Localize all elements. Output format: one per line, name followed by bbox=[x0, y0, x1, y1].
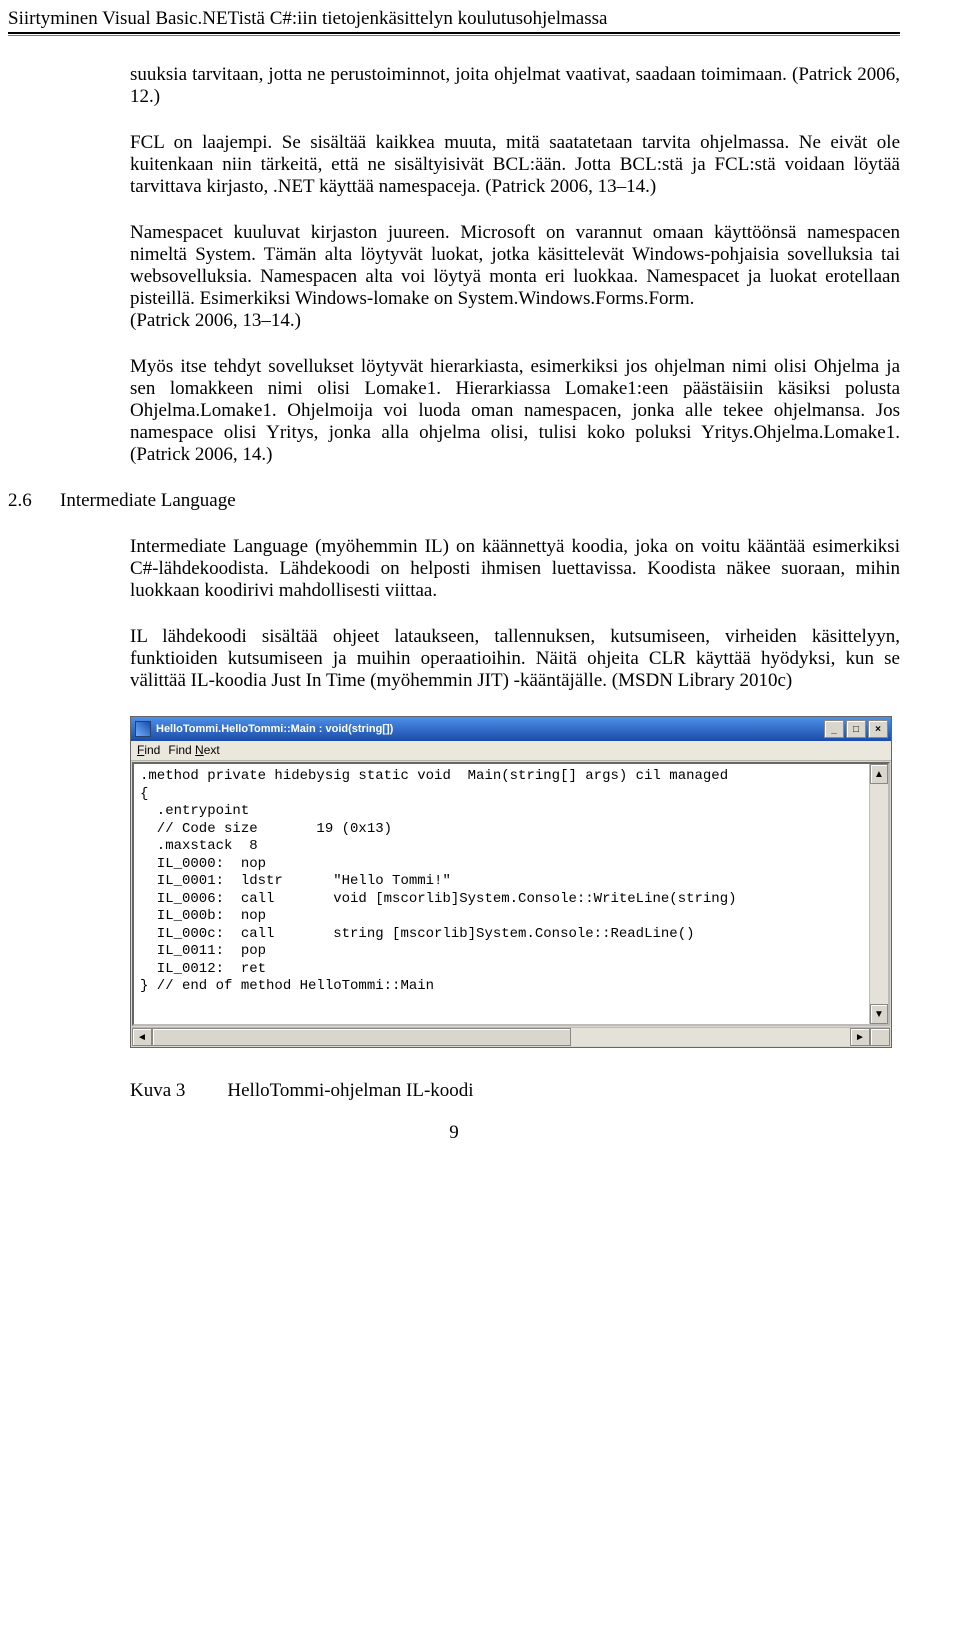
scroll-thumb[interactable] bbox=[152, 1028, 571, 1046]
maximize-button[interactable]: □ bbox=[846, 720, 866, 738]
minimize-button[interactable]: _ bbox=[824, 720, 844, 738]
figure-text: HelloTommi-ohjelman IL-koodi bbox=[227, 1080, 473, 1102]
section-number: 2.6 bbox=[8, 490, 60, 512]
paragraph: Intermediate Language (myöhemmin IL) on … bbox=[130, 536, 900, 602]
close-button[interactable]: × bbox=[868, 720, 888, 738]
scroll-left-icon[interactable]: ◄ bbox=[132, 1028, 152, 1046]
app-icon bbox=[135, 721, 151, 737]
il-disassembler-window: HelloTommi.HelloTommi::Main : void(strin… bbox=[130, 716, 900, 1048]
paragraph: Myös itse tehdyt sovellukset löytyvät hi… bbox=[130, 356, 900, 466]
paragraph-citation: (Patrick 2006, 13–14.) bbox=[130, 310, 900, 332]
menu-find[interactable]: Find bbox=[137, 743, 160, 757]
scroll-right-icon[interactable]: ► bbox=[850, 1028, 870, 1046]
paragraph: suuksia tarvitaan, jotta ne perustoiminn… bbox=[130, 64, 900, 108]
running-header: Siirtyminen Visual Basic.NETistä C#:iin … bbox=[8, 8, 900, 30]
paragraph: FCL on laajempi. Se sisältää kaikkea muu… bbox=[130, 132, 900, 198]
window-titlebar[interactable]: HelloTommi.HelloTommi::Main : void(strin… bbox=[131, 717, 891, 741]
section-heading: 2.6 Intermediate Language bbox=[8, 490, 900, 512]
figure-caption: Kuva 3 HelloTommi-ohjelman IL-koodi bbox=[130, 1080, 900, 1102]
header-rule bbox=[8, 32, 900, 36]
paragraph: Namespacet kuuluvat kirjaston juureen. M… bbox=[130, 222, 900, 310]
resize-grip-icon[interactable] bbox=[870, 1028, 890, 1046]
window-title: HelloTommi.HelloTommi::Main : void(strin… bbox=[156, 723, 393, 735]
menu-find-next[interactable]: Find Next bbox=[168, 743, 219, 757]
scroll-down-icon[interactable]: ▼ bbox=[870, 1004, 888, 1024]
figure-label: Kuva 3 bbox=[130, 1080, 185, 1102]
section-title: Intermediate Language bbox=[60, 490, 900, 512]
il-code-text[interactable]: .method private hidebysig static void Ma… bbox=[134, 764, 869, 1024]
menubar: Find Find Next bbox=[131, 741, 891, 761]
scroll-up-icon[interactable]: ▲ bbox=[870, 764, 888, 784]
page-number: 9 bbox=[8, 1122, 900, 1144]
horizontal-scrollbar[interactable]: ◄ ► bbox=[132, 1027, 890, 1046]
paragraph: IL lähdekoodi sisältää ohjeet lataukseen… bbox=[130, 626, 900, 692]
vertical-scrollbar[interactable]: ▲ ▼ bbox=[869, 764, 888, 1024]
